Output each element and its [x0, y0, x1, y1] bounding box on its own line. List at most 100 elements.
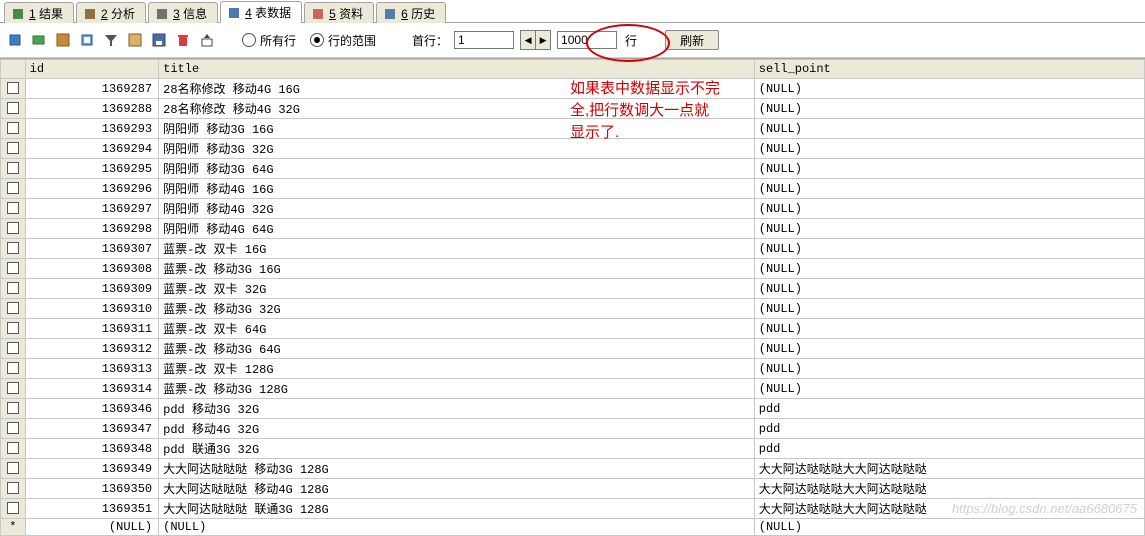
cell-title[interactable]: 阴阳师 移动3G 32G — [159, 139, 755, 159]
cell-id[interactable]: 1369346 — [25, 399, 159, 419]
cell-sell-point[interactable]: pdd — [754, 399, 1144, 419]
cell-sell-point[interactable]: (NULL) — [754, 359, 1144, 379]
cell-title[interactable]: 蓝票-改 双卡 64G — [159, 319, 755, 339]
table-row[interactable]: 1369348pdd 联通3G 32Gpdd — [1, 439, 1145, 459]
tab-表数据[interactable]: 4 表数据 — [220, 1, 302, 23]
row-gutter[interactable] — [1, 99, 26, 119]
cell-title[interactable]: 大大阿达哒哒哒 移动4G 128G — [159, 479, 755, 499]
cell-sell-point[interactable]: (NULL) — [754, 139, 1144, 159]
table-row[interactable]: 1369314蓝票-改 移动3G 128G(NULL) — [1, 379, 1145, 399]
row-gutter[interactable] — [1, 379, 26, 399]
row-gutter[interactable] — [1, 319, 26, 339]
cell-title[interactable]: 28名称修改 移动4G 32G — [159, 99, 755, 119]
cell-sell-point[interactable]: (NULL) — [754, 79, 1144, 99]
cell-id[interactable]: 1369294 — [25, 139, 159, 159]
cell-id[interactable]: 1369308 — [25, 259, 159, 279]
table-row[interactable]: 1369350大大阿达哒哒哒 移动4G 128G大大阿达哒哒哒大大阿达哒哒哒 — [1, 479, 1145, 499]
row-checkbox[interactable] — [7, 302, 19, 314]
tab-历史[interactable]: 6 历史 — [376, 2, 446, 23]
row-gutter[interactable] — [1, 159, 26, 179]
cell-id[interactable]: 1369312 — [25, 339, 159, 359]
tab-分析[interactable]: 2 分析 — [76, 2, 146, 23]
table-row-new[interactable]: *(NULL)(NULL)(NULL) — [1, 519, 1145, 536]
tab-资料[interactable]: 5 资料 — [304, 2, 374, 23]
cell-title[interactable]: 蓝票-改 移动3G 128G — [159, 379, 755, 399]
cell-title[interactable]: 28名称修改 移动4G 16G — [159, 79, 755, 99]
row-checkbox[interactable] — [7, 342, 19, 354]
row-checkbox[interactable] — [7, 142, 19, 154]
row-checkbox[interactable] — [7, 162, 19, 174]
row-spinner[interactable]: ◀ ▶ — [520, 30, 551, 50]
cell-sell-point[interactable]: (NULL) — [754, 219, 1144, 239]
cell-sell-point[interactable]: (NULL) — [754, 119, 1144, 139]
cell-title[interactable]: 阴阳师 移动3G 16G — [159, 119, 755, 139]
tab-信息[interactable]: 3 信息 — [148, 2, 218, 23]
cell-title[interactable]: (NULL) — [159, 519, 755, 536]
row-checkbox[interactable] — [7, 362, 19, 374]
row-checkbox[interactable] — [7, 462, 19, 474]
row-checkbox[interactable] — [7, 282, 19, 294]
row-count-input[interactable] — [557, 31, 617, 49]
export-icon[interactable] — [198, 31, 216, 49]
row-gutter[interactable] — [1, 119, 26, 139]
row-checkbox[interactable] — [7, 182, 19, 194]
row-checkbox[interactable] — [7, 122, 19, 134]
table-row[interactable]: 136928728名称修改 移动4G 16G(NULL) — [1, 79, 1145, 99]
cell-sell-point[interactable]: (NULL) — [754, 159, 1144, 179]
table-row[interactable]: 1369349大大阿达哒哒哒 移动3G 128G大大阿达哒哒哒大大阿达哒哒哒 — [1, 459, 1145, 479]
toolbar-icon-6[interactable] — [126, 31, 144, 49]
cell-sell-point[interactable]: 大大阿达哒哒哒大大阿达哒哒哒 — [754, 499, 1144, 519]
cell-title[interactable]: 阴阳师 移动3G 64G — [159, 159, 755, 179]
row-checkbox[interactable] — [7, 262, 19, 274]
col-header-title[interactable]: title — [159, 60, 755, 79]
table-row[interactable]: 1369308蓝票-改 移动3G 16G(NULL) — [1, 259, 1145, 279]
save-icon[interactable] — [150, 31, 168, 49]
cell-id[interactable]: 1369295 — [25, 159, 159, 179]
cell-title[interactable]: 蓝票-改 双卡 128G — [159, 359, 755, 379]
cell-id[interactable]: 1369313 — [25, 359, 159, 379]
row-gutter[interactable] — [1, 219, 26, 239]
cell-sell-point[interactable]: (NULL) — [754, 339, 1144, 359]
row-gutter[interactable] — [1, 199, 26, 219]
cell-sell-point[interactable]: (NULL) — [754, 239, 1144, 259]
cell-sell-point[interactable]: (NULL) — [754, 519, 1144, 536]
cell-title[interactable]: pdd 移动4G 32G — [159, 419, 755, 439]
cell-title[interactable]: 大大阿达哒哒哒 移动3G 128G — [159, 459, 755, 479]
cell-sell-point[interactable]: (NULL) — [754, 379, 1144, 399]
cell-id[interactable]: 1369314 — [25, 379, 159, 399]
spin-prev-icon[interactable]: ◀ — [521, 31, 536, 49]
table-row[interactable]: 1369295阴阳师 移动3G 64G(NULL) — [1, 159, 1145, 179]
row-gutter[interactable] — [1, 299, 26, 319]
spin-next-icon[interactable]: ▶ — [536, 31, 550, 49]
cell-title[interactable]: pdd 联通3G 32G — [159, 439, 755, 459]
row-checkbox[interactable] — [7, 382, 19, 394]
row-gutter[interactable] — [1, 399, 26, 419]
cell-id[interactable]: 1369350 — [25, 479, 159, 499]
table-row[interactable]: 1369294阴阳师 移动3G 32G(NULL) — [1, 139, 1145, 159]
row-gutter[interactable] — [1, 479, 26, 499]
cell-id[interactable]: 1369288 — [25, 99, 159, 119]
cell-sell-point[interactable]: (NULL) — [754, 279, 1144, 299]
row-checkbox[interactable] — [7, 422, 19, 434]
table-row[interactable]: 1369297阴阳师 移动4G 32G(NULL) — [1, 199, 1145, 219]
table-row[interactable]: 1369312蓝票-改 移动3G 64G(NULL) — [1, 339, 1145, 359]
row-checkbox[interactable] — [7, 82, 19, 94]
cell-title[interactable]: 蓝票-改 移动3G 64G — [159, 339, 755, 359]
toolbar-icon-1[interactable] — [6, 31, 24, 49]
table-row[interactable]: 1369310蓝票-改 移动3G 32G(NULL) — [1, 299, 1145, 319]
row-checkbox[interactable] — [7, 442, 19, 454]
cell-sell-point[interactable]: 大大阿达哒哒哒大大阿达哒哒哒 — [754, 479, 1144, 499]
row-checkbox[interactable] — [7, 322, 19, 334]
row-gutter[interactable] — [1, 459, 26, 479]
table-row[interactable]: 1369307蓝票-改 双卡 16G(NULL) — [1, 239, 1145, 259]
cell-id[interactable]: 1369349 — [25, 459, 159, 479]
row-gutter-header[interactable] — [1, 60, 26, 79]
row-gutter[interactable] — [1, 259, 26, 279]
toolbar-icon-4[interactable] — [78, 31, 96, 49]
cell-id[interactable]: 1369293 — [25, 119, 159, 139]
col-header-sell[interactable]: sell_point — [754, 60, 1144, 79]
cell-id[interactable]: 1369298 — [25, 219, 159, 239]
row-gutter[interactable] — [1, 359, 26, 379]
cell-id[interactable]: 1369310 — [25, 299, 159, 319]
cell-id[interactable]: 1369287 — [25, 79, 159, 99]
